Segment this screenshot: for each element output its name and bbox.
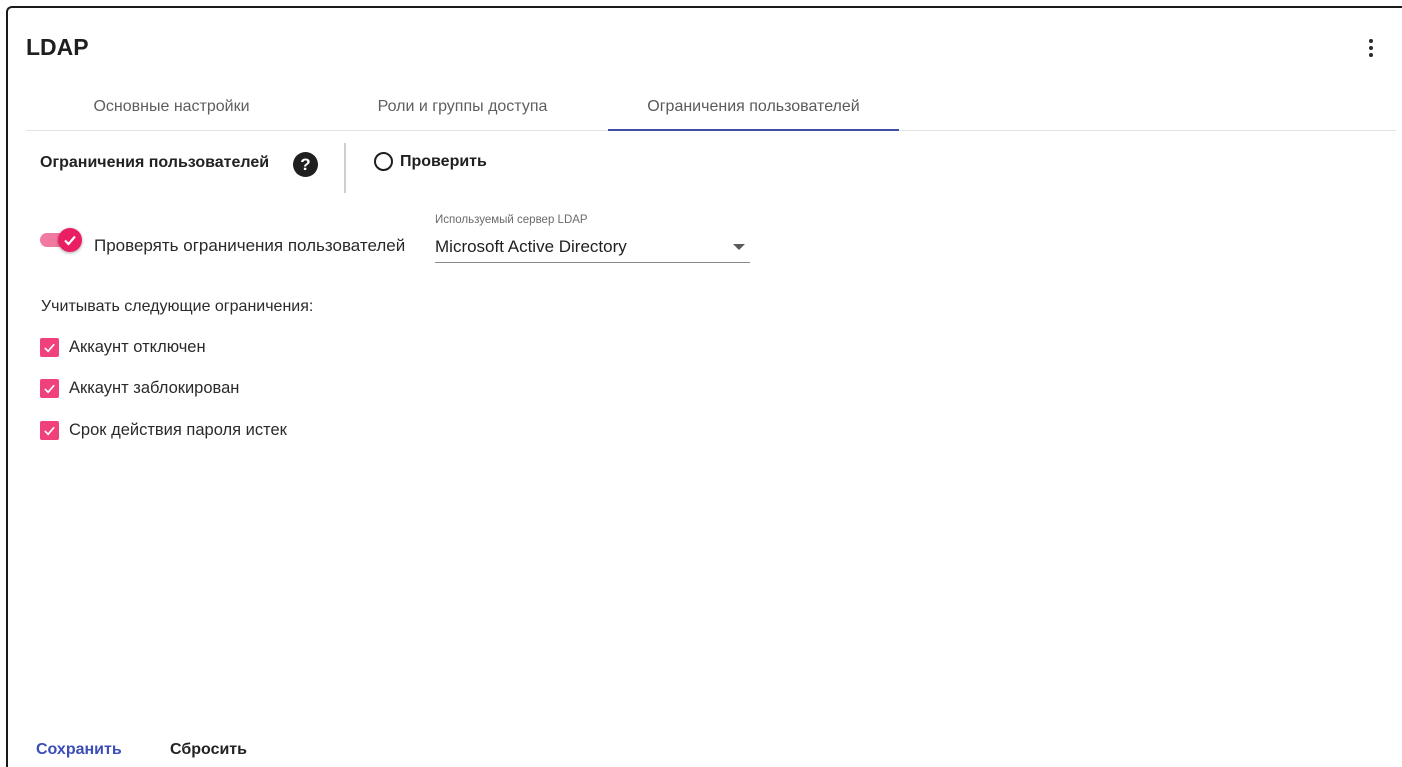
checkbox-label: Срок действия пароля истек [69,421,287,439]
toggle-label: Проверять ограничения пользователей [94,236,406,255]
checkbox-checked-icon [40,421,59,440]
toggle-thumb [58,228,82,252]
ldap-server-select[interactable]: Microsoft Active Directory [435,232,750,263]
check-button[interactable]: Проверить [374,152,487,171]
ldap-panel: LDAP Основные настройки Роли и группы до… [6,6,1402,767]
ldap-server-value: Microsoft Active Directory [435,237,627,256]
check-button-label: Проверить [400,152,487,170]
checkbox-account-disabled[interactable]: Аккаунт отключен [40,338,206,357]
vertical-divider [344,143,346,193]
tab-bar: Основные настройки Роли и группы доступа… [26,84,1396,131]
tab-roles-groups[interactable]: Роли и группы доступа [317,84,608,130]
checkmark-icon [64,235,76,246]
checkbox-account-locked[interactable]: Аккаунт заблокирован [40,379,239,398]
constraints-title: Учитывать следующие ограничения: [41,298,314,315]
more-vert-icon[interactable] [1361,36,1381,60]
checkbox-checked-icon [40,338,59,357]
dropdown-arrow-icon [733,244,745,250]
circle-icon [374,152,393,171]
checkbox-label: Аккаунт заблокирован [69,379,240,397]
checkmark-icon [44,343,55,353]
checkbox-password-expired[interactable]: Срок действия пароля истек [40,421,287,440]
checkbox-label: Аккаунт отключен [69,338,206,356]
checkmark-icon [44,384,55,394]
tab-user-constraints[interactable]: Ограничения пользователей [608,84,899,131]
save-button[interactable]: Сохранить [36,741,122,759]
checkbox-checked-icon [40,379,59,398]
check-constraints-toggle[interactable] [38,226,84,252]
server-select-caption: Используемый сервер LDAP [435,214,588,226]
section-title: Ограничения пользователей [40,154,270,171]
page-title: LDAP [26,34,89,60]
tab-basic-settings[interactable]: Основные настройки [26,84,317,130]
reset-button[interactable]: Сбросить [170,741,247,759]
checkmark-icon [44,426,55,436]
help-circle-icon[interactable]: ? [293,152,318,177]
